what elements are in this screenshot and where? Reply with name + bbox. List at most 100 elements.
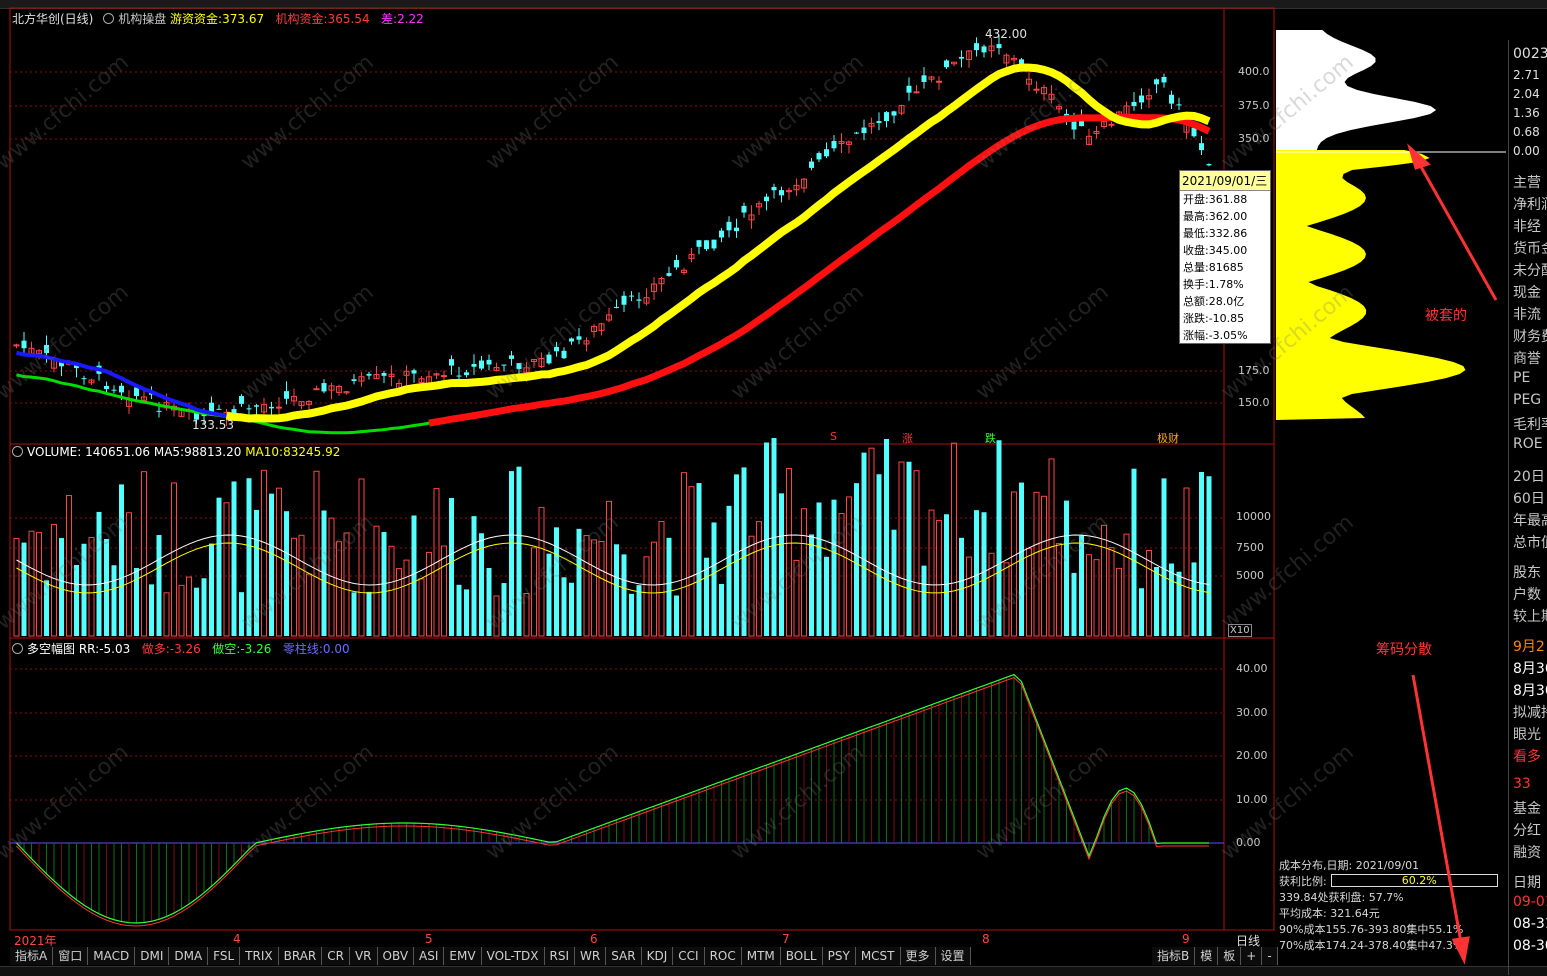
right-item[interactable]: ROE [1513, 436, 1543, 452]
right-item[interactable]: 眼光 [1513, 724, 1541, 744]
volume-title[interactable]: VOLUME: [27, 445, 81, 459]
right-item[interactable]: 总市值 [1513, 532, 1547, 552]
tab-BOLL[interactable]: BOLL [780, 947, 823, 965]
right-item[interactable]: 股东 [1513, 562, 1541, 582]
right-item[interactable]: 日期 [1513, 872, 1541, 892]
tab-BRAR[interactable]: BRAR [278, 947, 323, 965]
tab-right-3[interactable]: + [1241, 947, 1263, 965]
tab-right-0[interactable]: 指标B [1152, 947, 1196, 965]
tab-设置[interactable]: 设置 [935, 947, 971, 965]
right-num: 0.00 [1513, 144, 1540, 158]
time-axis-label: 4 [233, 932, 241, 946]
right-item[interactable]: 非经 [1513, 216, 1541, 236]
volume-bar [779, 493, 784, 636]
right-item[interactable]: 较上期 [1513, 606, 1547, 626]
candle-body [666, 273, 672, 276]
right-item[interactable]: 主营 [1513, 172, 1541, 192]
tab-MCST[interactable]: MCST [855, 947, 901, 965]
candle-body [239, 396, 244, 404]
volume-settings-icon[interactable] [12, 446, 23, 457]
right-item[interactable]: 33 [1513, 776, 1531, 792]
zero-value: 0.00 [322, 642, 350, 656]
tab-ROC[interactable]: ROC [704, 947, 742, 965]
right-item[interactable]: 净利润 [1513, 194, 1547, 214]
right-item[interactable]: 看多 [1513, 746, 1541, 766]
volume-bar [1183, 487, 1190, 637]
tab-DMA[interactable]: DMA [169, 947, 209, 965]
tab-PSY[interactable]: PSY [822, 947, 856, 965]
tab-DMI[interactable]: DMI [135, 947, 170, 965]
tab-right-1[interactable]: 模 [1195, 947, 1219, 965]
tab-VOL-TDX[interactable]: VOL-TDX [481, 947, 545, 965]
candle-body [711, 239, 717, 249]
right-item[interactable]: 货币金 [1513, 238, 1547, 258]
right-item[interactable]: 拟减持 [1513, 702, 1547, 722]
right-item[interactable]: 年最高 [1513, 510, 1547, 530]
ma5-label: MA5: [153, 445, 185, 459]
indicator-tab-bar-right: 指标B 模板 + - [1152, 947, 1278, 965]
candle-body [944, 60, 949, 68]
oscillator-settings-icon[interactable] [12, 643, 23, 654]
indicator-settings-icon[interactable] [103, 13, 115, 24]
candle-body [891, 111, 897, 116]
right-item[interactable]: 毛利率 [1513, 414, 1547, 434]
tab-SAR[interactable]: SAR [606, 947, 642, 965]
hot-money-value: 373.67 [222, 12, 265, 26]
tab-TRIX[interactable]: TRIX [240, 947, 279, 965]
tab-right-2[interactable]: 板 [1218, 947, 1242, 965]
candle-body [111, 389, 117, 391]
right-item[interactable]: 8月30 [1513, 658, 1547, 678]
tab-ASI[interactable]: ASI [414, 947, 445, 965]
volume-bar [681, 472, 687, 637]
tab-CR[interactable]: CR [322, 947, 350, 965]
right-item[interactable]: 分红 [1513, 820, 1541, 840]
right-item[interactable]: 08-30 [1513, 938, 1547, 954]
candle-body [381, 373, 387, 376]
right-item[interactable]: 基金 [1513, 798, 1541, 818]
right-item[interactable]: 商誉 [1513, 348, 1541, 368]
right-item[interactable]: PE [1513, 370, 1530, 386]
tab-窗口[interactable]: 窗口 [53, 947, 89, 965]
right-item[interactable]: 20日 [1513, 466, 1545, 486]
candle-body [321, 383, 327, 392]
candle-body [719, 230, 724, 238]
right-item[interactable]: 9月2 [1513, 636, 1545, 656]
low-price-label: 133.53 [192, 418, 234, 432]
tab-更多[interactable]: 更多 [900, 947, 936, 965]
candle-body [861, 127, 867, 134]
candle-body [921, 75, 927, 82]
right-item[interactable]: 非流 [1513, 304, 1541, 324]
tab-RSI[interactable]: RSI [544, 947, 576, 965]
osc-title[interactable]: 多空幅图 [27, 642, 75, 656]
tab-VR[interactable]: VR [349, 947, 378, 965]
candle-body [771, 186, 777, 191]
tab-MACD[interactable]: MACD [88, 947, 136, 965]
right-item[interactable]: 8月30 [1513, 680, 1547, 700]
candle-body [561, 350, 567, 359]
stock-title[interactable]: 北方华创(日线) [12, 12, 93, 26]
rr-value: -5.03 [99, 642, 131, 656]
candle-body [726, 221, 732, 231]
tab-FSL[interactable]: FSL [208, 947, 241, 965]
right-item[interactable]: PEG [1513, 392, 1541, 408]
volume-bar [366, 591, 372, 636]
candle-body [471, 364, 477, 367]
right-item[interactable]: 08-31 [1513, 916, 1547, 932]
right-item[interactable]: 户数 [1513, 584, 1541, 604]
volume-bar [651, 541, 657, 637]
tab-MTM[interactable]: MTM [741, 947, 781, 965]
right-item[interactable]: 财务费 [1513, 326, 1547, 346]
tab-EMV[interactable]: EMV [444, 947, 482, 965]
tab-CCI[interactable]: CCI [673, 947, 705, 965]
tab-KDJ[interactable]: KDJ [641, 947, 674, 965]
info-volume: 总量:81685 [1183, 261, 1244, 274]
right-item[interactable]: 现金 [1513, 282, 1541, 302]
right-item[interactable]: 未分配 [1513, 260, 1547, 280]
tab-WR[interactable]: WR [575, 947, 607, 965]
tab-指标A[interactable]: 指标A [10, 947, 54, 965]
right-item[interactable]: 09-01 [1513, 894, 1547, 910]
right-item[interactable]: 60日 [1513, 488, 1545, 508]
indicator-name[interactable]: 机构操盘 [118, 12, 166, 26]
tab-OBV[interactable]: OBV [377, 947, 415, 965]
right-item[interactable]: 融资 [1513, 842, 1541, 862]
